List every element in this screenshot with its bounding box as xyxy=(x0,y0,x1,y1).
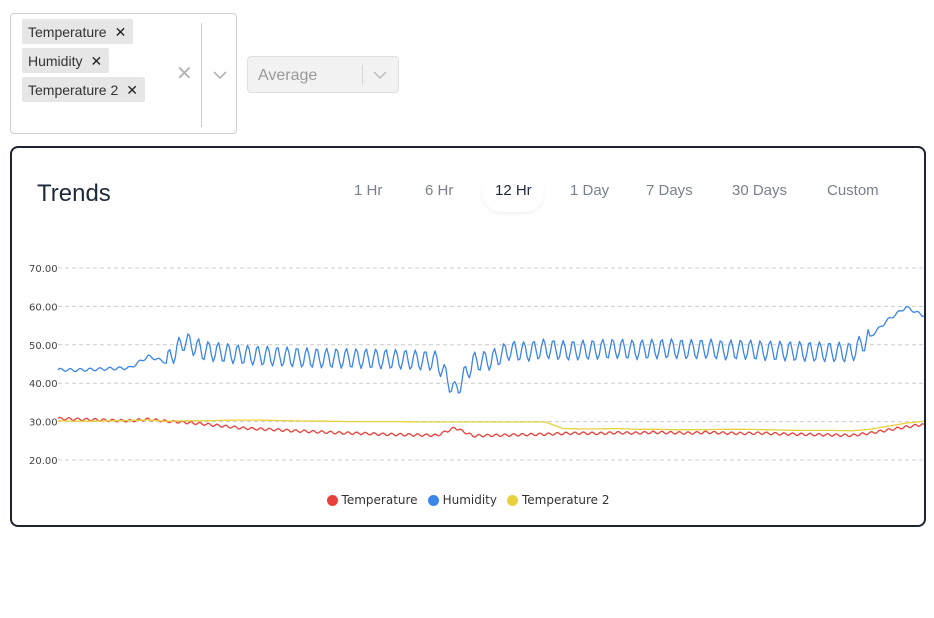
close-icon[interactable]: ✕ xyxy=(115,25,127,39)
close-icon[interactable]: ✕ xyxy=(126,83,138,97)
divider xyxy=(362,65,363,85)
chevron-down-icon[interactable] xyxy=(372,69,388,81)
chip-label: Temperature 2 xyxy=(28,81,119,98)
chip-temperature-2: Temperature 2 ✕ xyxy=(22,77,146,102)
legend-item-humidity[interactable]: Humidity xyxy=(427,493,497,507)
trends-line-chart: 20.00 30.00 40.00 50.00 60.00 70.00 xyxy=(29,264,924,467)
clear-all-icon[interactable]: ✕ xyxy=(176,64,193,84)
y-tick-label: 40.00 xyxy=(29,379,58,390)
y-tick-label: 30.00 xyxy=(29,418,58,429)
legend-label: Temperature xyxy=(341,493,418,507)
chip-humidity: Humidity ✕ xyxy=(22,48,110,73)
legend-label: Temperature 2 xyxy=(521,493,610,507)
y-tick-label: 50.00 xyxy=(29,341,58,352)
chip-temperature: Temperature ✕ xyxy=(22,19,134,44)
legend-swatch xyxy=(326,494,338,506)
legend-item-temperature-2[interactable]: Temperature 2 xyxy=(506,493,610,507)
divider xyxy=(201,23,202,127)
chip-label: Humidity xyxy=(28,52,83,69)
aggregation-select[interactable]: Average xyxy=(247,56,399,93)
chip-label: Temperature xyxy=(28,23,107,40)
aggregation-value: Average xyxy=(258,67,318,84)
series-line-humidity xyxy=(57,305,924,394)
close-icon[interactable]: ✕ xyxy=(90,54,102,68)
trends-card: Trends 1 Hr 6 Hr 12 Hr 1 Day 7 Days 30 D… xyxy=(10,146,926,527)
chart-legend: Temperature Humidity Temperature 2 xyxy=(12,493,924,507)
chevron-down-icon[interactable] xyxy=(211,68,229,82)
sensor-multi-select[interactable]: Temperature ✕ Humidity ✕ Temperature 2 ✕… xyxy=(10,13,237,134)
legend-swatch xyxy=(427,494,439,506)
y-tick-label: 70.00 xyxy=(29,264,58,275)
legend-item-temperature[interactable]: Temperature xyxy=(326,493,418,507)
legend-swatch xyxy=(506,494,518,506)
legend-label: Humidity xyxy=(442,493,497,507)
y-tick-label: 60.00 xyxy=(29,302,58,313)
y-tick-label: 20.00 xyxy=(29,456,58,467)
